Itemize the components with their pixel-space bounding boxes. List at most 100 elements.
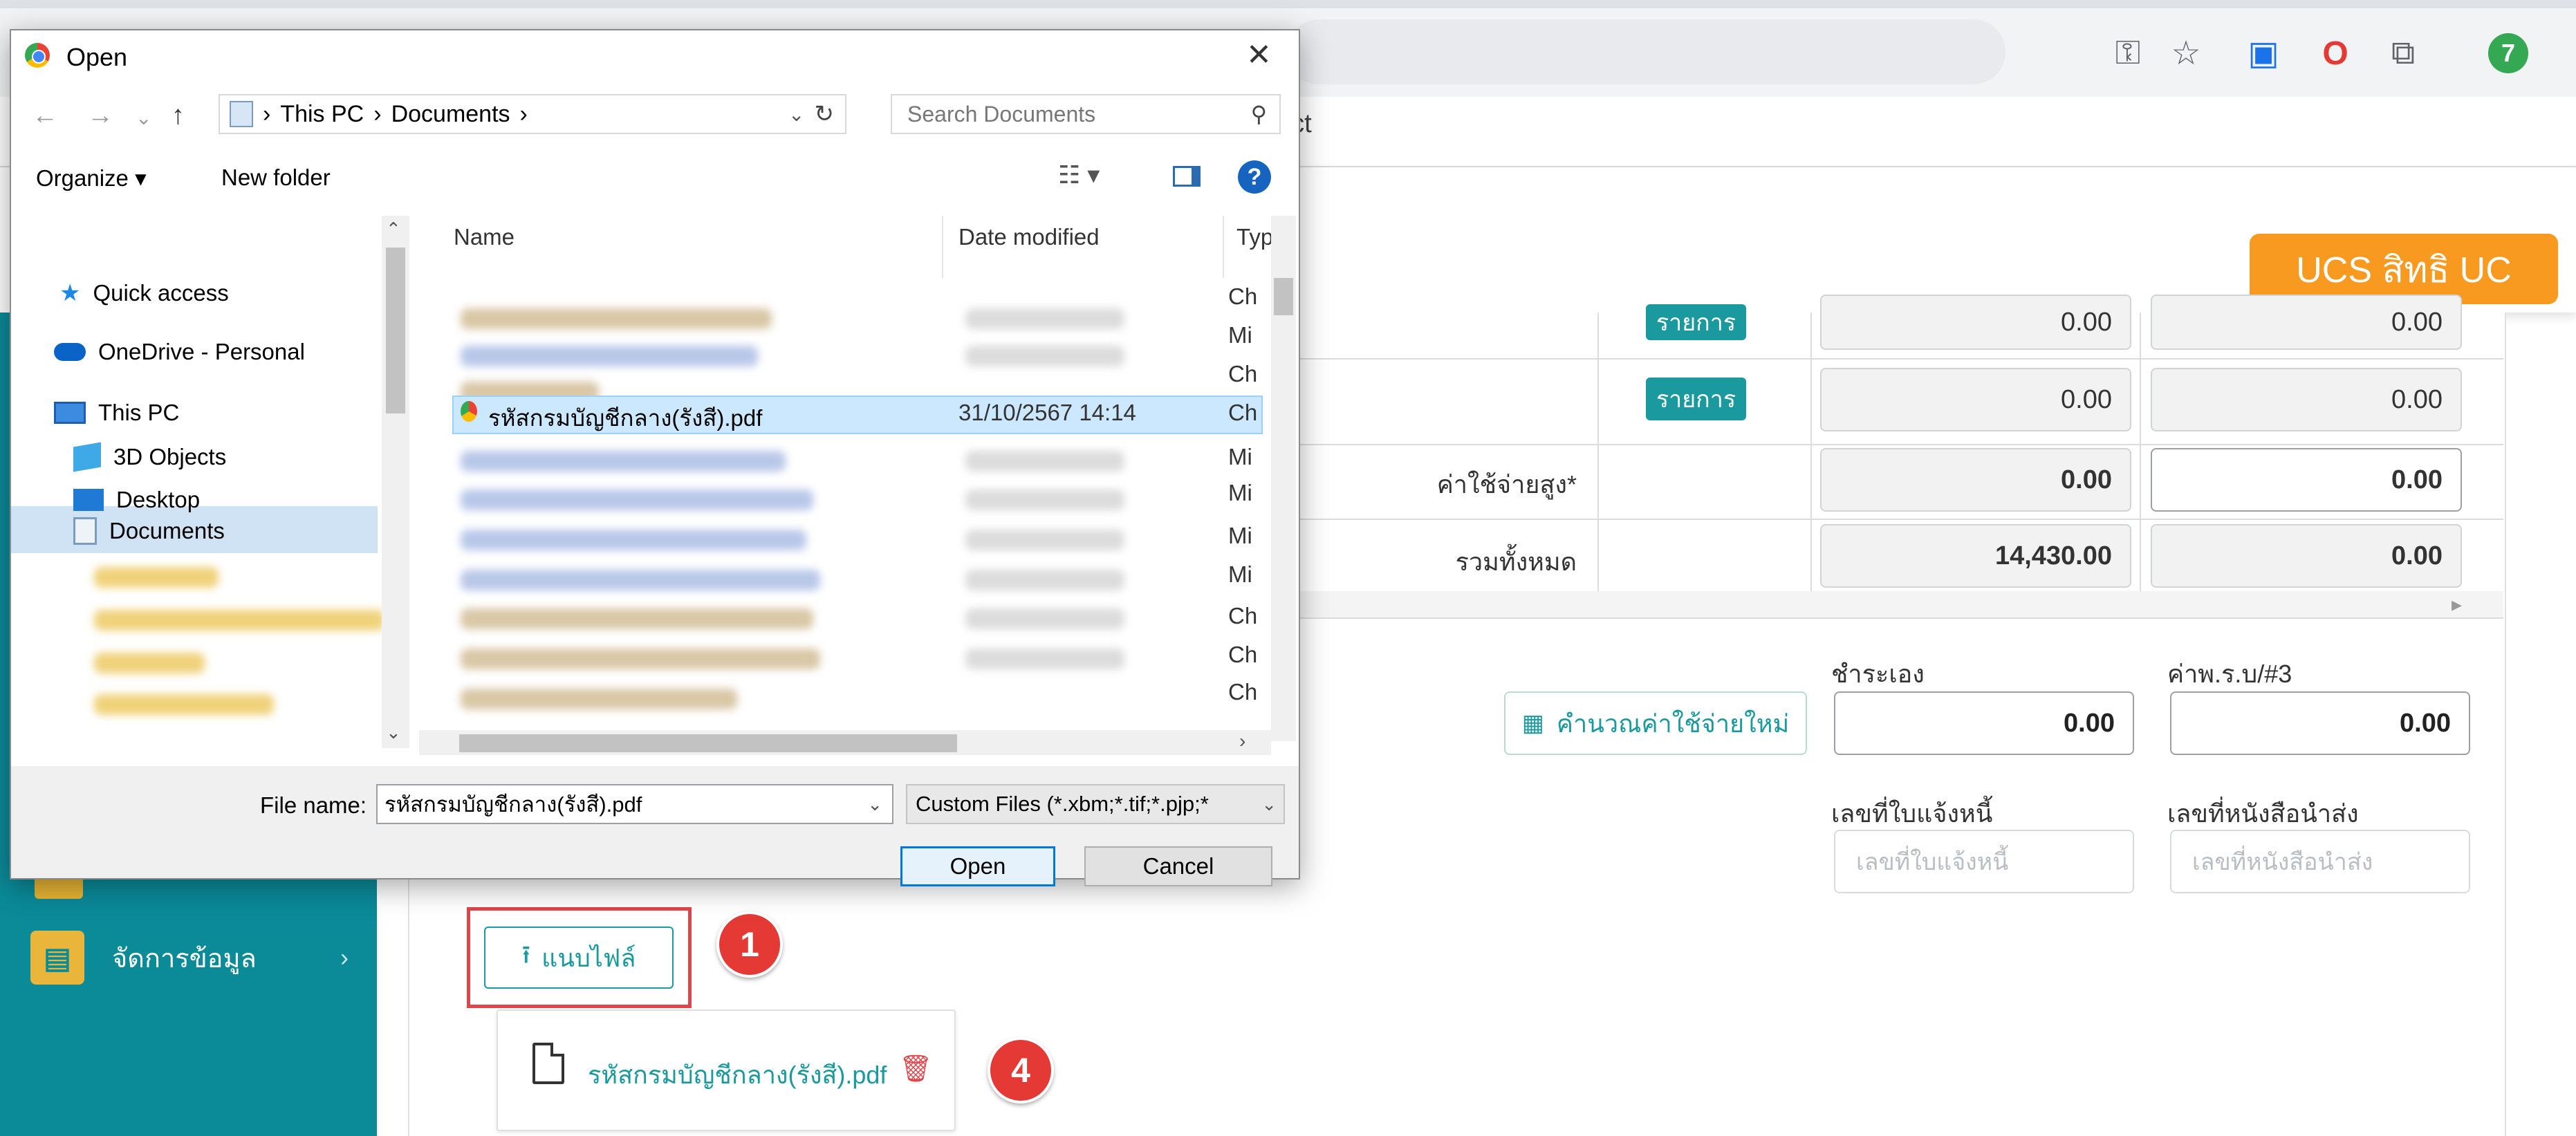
selected-file-name[interactable]: รหัสกรมบัญชีกลาง(รังสี).pdf	[488, 400, 762, 436]
help-icon[interactable]: ?	[1238, 160, 1271, 194]
documents-icon	[73, 517, 97, 545]
file-type-cell: Ch	[1228, 642, 1258, 667]
scroll-right-icon[interactable]: ›	[1239, 730, 1245, 752]
invoice-label: เลขที่ใบแจ้งหนี้	[1831, 799, 1993, 828]
nav-label: This PC	[98, 400, 180, 425]
letter-input[interactable]: เลขที่หนังสือนำส่ง	[2170, 830, 2470, 893]
new-folder-button[interactable]: New folder	[221, 165, 331, 191]
amount-cell: 0.00	[2151, 368, 2462, 431]
column-date-modified[interactable]: Date modified	[958, 224, 1100, 250]
amount-input[interactable]: 0.00	[2151, 448, 2462, 512]
blurred-folder	[94, 694, 274, 715]
self-pay-input[interactable]: 0.00	[1834, 691, 2134, 755]
total-amount-cell: 0.00	[2151, 524, 2462, 588]
column-name[interactable]: Name	[454, 224, 515, 250]
amount-cell: 0.00	[1820, 295, 2131, 350]
nav-label: Quick access	[93, 280, 229, 306]
nav-item-this-pc[interactable]: This PC	[54, 400, 179, 426]
blurred-date	[965, 308, 1124, 329]
document-icon	[532, 1043, 564, 1084]
nav-label: Documents	[109, 518, 225, 543]
search-icon: ⚲	[1250, 102, 1267, 127]
refresh-icon[interactable]: ↻	[815, 100, 835, 128]
ucs-badge: UCS สิทธิ UC	[2250, 234, 2558, 304]
file-list-hscrollbar[interactable]	[419, 730, 1271, 755]
self-pay-label: ชำระเอง	[1831, 660, 1925, 688]
nav-item-onedrive[interactable]: OneDrive - Personal	[54, 339, 305, 365]
dialog-nav-bar: ← → ⌄ ↑ › This PC › Documents › ⌄ ↻ Sear…	[11, 89, 1299, 141]
file-type-cell: Ch	[1228, 603, 1258, 628]
search-input[interactable]: Search Documents ⚲	[891, 94, 1281, 134]
path-bar[interactable]: › This PC › Documents › ⌄ ↻	[219, 94, 846, 134]
total-amount-cell: 14,430.00	[1820, 524, 2131, 588]
path-dropdown-icon[interactable]: ⌄	[788, 103, 804, 126]
breadcrumb-this-pc[interactable]: This PC	[280, 101, 364, 128]
forward-arrow-icon[interactable]: →	[87, 101, 113, 131]
address-bar[interactable]	[1286, 19, 2005, 84]
nav-item-quick-access[interactable]: ★ Quick access	[59, 279, 229, 307]
recalculate-button[interactable]: ▦ คำนวณค่าใช้จ่ายใหม่	[1504, 691, 1807, 755]
chevron-down-icon[interactable]: ⌄	[867, 794, 882, 815]
file-name-input[interactable]: รหัสกรมบัญชีกลาง(รังสี).pdf ⌄	[376, 784, 893, 824]
close-icon[interactable]: ✕	[1246, 37, 1272, 73]
column-type[interactable]: Typ	[1236, 224, 1273, 250]
fee-input[interactable]: 0.00	[2170, 691, 2470, 755]
recent-dropdown-icon[interactable]: ⌄	[136, 106, 151, 129]
nav-scrollbar[interactable]	[382, 216, 409, 748]
blurred-file-row	[461, 490, 813, 510]
recalculate-label: คำนวณค่าใช้จ่ายใหม่	[1556, 709, 1790, 738]
opera-extension-icon[interactable]: O	[2310, 28, 2361, 79]
blurred-folder	[94, 653, 205, 673]
path-separator: ›	[263, 100, 271, 127]
manage-data-icon: ▤	[30, 931, 84, 985]
breadcrumb-documents[interactable]: Documents	[391, 101, 510, 128]
file-type-cell: Mi	[1228, 561, 1252, 587]
open-button[interactable]: Open	[900, 846, 1055, 886]
trash-icon[interactable]: 🗑	[899, 1054, 932, 1084]
translate-extension-icon[interactable]: ▣	[2238, 28, 2289, 79]
chrome-pdf-icon	[461, 401, 477, 422]
nav-item-3d-objects[interactable]: 3D Objects	[73, 442, 226, 472]
path-separator: ›	[373, 100, 382, 127]
list-button[interactable]: รายการ	[1646, 304, 1746, 340]
file-list-pane	[419, 216, 1299, 762]
file-name-label: File name:	[260, 792, 367, 818]
file-type-cell: Ch	[1228, 283, 1258, 309]
back-arrow-icon[interactable]: ←	[32, 101, 58, 131]
password-key-icon[interactable]: ⚿	[2102, 28, 2153, 79]
blurred-date	[965, 346, 1124, 366]
list-button[interactable]: รายการ	[1646, 378, 1746, 420]
file-type-value: Custom Files (*.xbm;*.tif;*.pjp;*	[916, 792, 1209, 816]
preview-pane-icon[interactable]	[1173, 166, 1201, 187]
extension-badge-icon[interactable]: 7	[2483, 28, 2534, 79]
scroll-down-icon[interactable]: ⌄	[386, 722, 401, 743]
extensions-puzzle-icon[interactable]: ⧉	[2378, 28, 2429, 79]
dialog-toolbar: Organize ▾ New folder ☷ ▾ ?	[11, 152, 1299, 207]
blurred-folder	[94, 567, 219, 588]
file-type-cell: Mi	[1228, 480, 1252, 505]
view-options-icon[interactable]: ☷ ▾	[1058, 160, 1100, 189]
bookmark-star-icon[interactable]: ☆	[2160, 28, 2212, 79]
blurred-file-row	[461, 689, 737, 709]
up-arrow-icon[interactable]: ↑	[172, 101, 185, 131]
sidebar-item-manage-data[interactable]: ▤ จัดการข้อมูล ›	[30, 927, 349, 989]
nav-item-documents[interactable]: Documents	[73, 517, 225, 545]
cube-icon	[73, 442, 101, 472]
nav-item-desktop[interactable]: Desktop	[73, 487, 200, 513]
scroll-up-icon[interactable]: ⌃	[386, 218, 401, 240]
column-divider	[1223, 216, 1224, 278]
selected-file-date: 31/10/2567 14:14	[958, 400, 1136, 425]
file-type-select[interactable]: Custom Files (*.xbm;*.tif;*.pjp;* ⌄	[906, 784, 1285, 824]
dialog-bottom-bar: File name: รหัสกรมบัญชีกลาง(รังสี).pdf ⌄…	[11, 766, 1299, 886]
attached-file-name[interactable]: รหัสกรมบัญชีกลาง(รังสี).pdf	[588, 1055, 887, 1095]
dialog-title: Open	[66, 43, 128, 71]
blurred-date	[965, 490, 1124, 510]
chevron-down-icon[interactable]: ⌄	[1261, 794, 1277, 815]
file-list-vscrollbar[interactable]	[1271, 216, 1296, 741]
organize-menu[interactable]: Organize ▾	[36, 165, 147, 192]
invoice-input[interactable]: เลขที่ใบแจ้งหนี้	[1834, 830, 2134, 893]
cancel-button[interactable]: Cancel	[1084, 846, 1272, 886]
attach-file-button[interactable]: ⭱ แนบไฟล์	[484, 927, 674, 989]
column-divider	[1597, 313, 1599, 591]
attached-file-card: รหัสกรมบัญชีกลาง(รังสี).pdf 🗑	[497, 1009, 956, 1131]
